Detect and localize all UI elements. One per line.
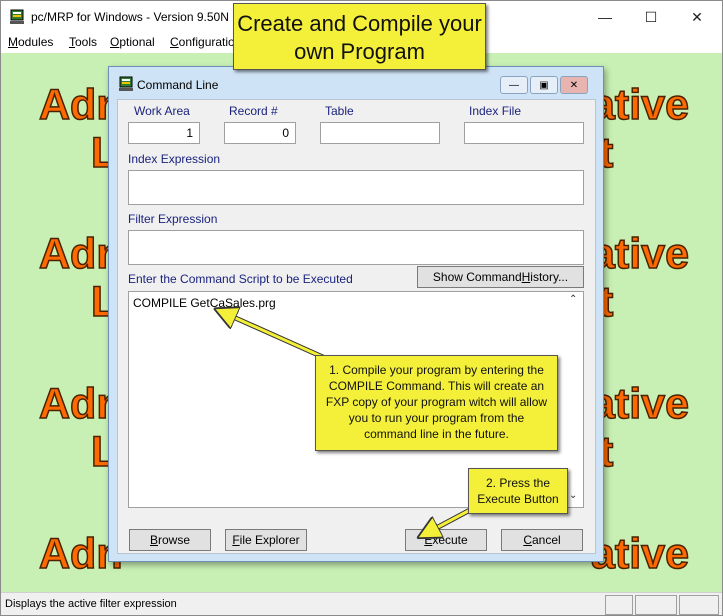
- step1-callout: 1. Compile your program by entering the …: [315, 355, 558, 451]
- arrow-to-execute: [425, 508, 471, 534]
- header-callout: Create and Compile your own Program: [233, 3, 486, 70]
- arrow-to-script: [222, 312, 326, 360]
- callout-arrows: [0, 0, 472, 616]
- step2-callout: 2. Press the Execute Button: [468, 468, 568, 514]
